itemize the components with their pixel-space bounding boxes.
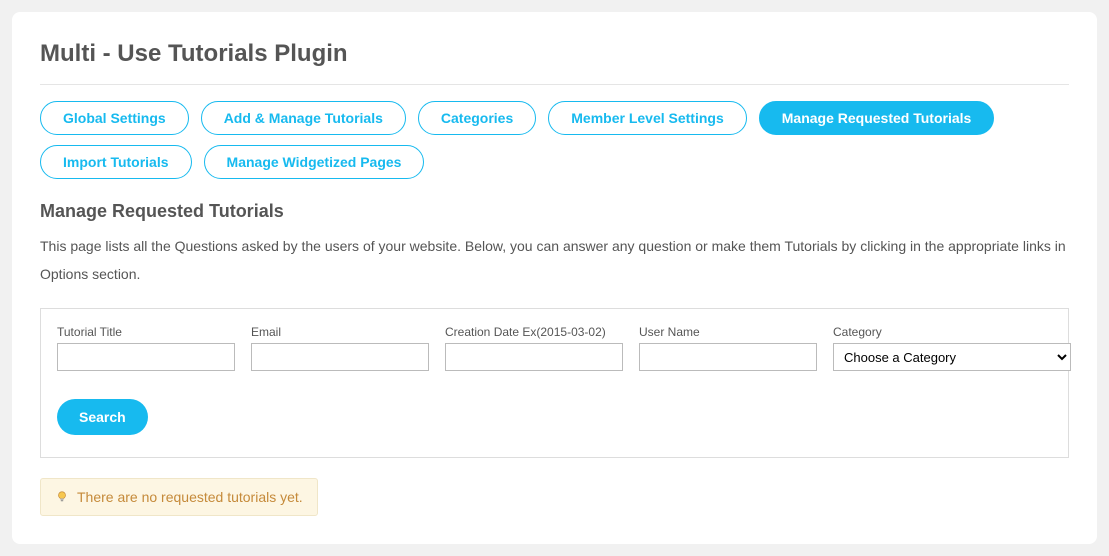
username-input[interactable] <box>639 343 817 371</box>
page-title: Multi - Use Tutorials Plugin <box>40 40 1069 85</box>
section-heading: Manage Requested Tutorials <box>40 201 1069 222</box>
search-button[interactable]: Search <box>57 399 148 435</box>
filter-date-label: Creation Date Ex(2015-03-02) <box>445 325 623 339</box>
filter-title: Tutorial Title <box>57 325 235 371</box>
creation-date-input[interactable] <box>445 343 623 371</box>
empty-notice: There are no requested tutorials yet. <box>40 478 318 516</box>
filter-category-label: Category <box>833 325 1071 339</box>
filter-email-label: Email <box>251 325 429 339</box>
email-input[interactable] <box>251 343 429 371</box>
filter-title-label: Tutorial Title <box>57 325 235 339</box>
filter-username-label: User Name <box>639 325 817 339</box>
filter-email: Email <box>251 325 429 371</box>
filter-date: Creation Date Ex(2015-03-02) <box>445 325 623 371</box>
section-description: This page lists all the Questions asked … <box>40 232 1069 288</box>
empty-notice-text: There are no requested tutorials yet. <box>77 489 303 505</box>
tab-manage-requested-tutorials[interactable]: Manage Requested Tutorials <box>759 101 995 135</box>
tab-member-level-settings[interactable]: Member Level Settings <box>548 101 747 135</box>
admin-card: Multi - Use Tutorials Plugin Global Sett… <box>12 12 1097 544</box>
category-select[interactable]: Choose a Category <box>833 343 1071 371</box>
tab-add-manage-tutorials[interactable]: Add & Manage Tutorials <box>201 101 406 135</box>
tab-import-tutorials[interactable]: Import Tutorials <box>40 145 192 179</box>
tutorial-title-input[interactable] <box>57 343 235 371</box>
lightbulb-icon <box>55 490 69 504</box>
tab-categories[interactable]: Categories <box>418 101 536 135</box>
filter-form: Tutorial Title Email Creation Date Ex(20… <box>40 308 1069 458</box>
tab-global-settings[interactable]: Global Settings <box>40 101 189 135</box>
filter-username: User Name <box>639 325 817 371</box>
tab-manage-widgetized-pages[interactable]: Manage Widgetized Pages <box>204 145 425 179</box>
filter-category: Category Choose a Category <box>833 325 1071 371</box>
tabs-row: Global Settings Add & Manage Tutorials C… <box>40 101 1069 179</box>
filter-row: Tutorial Title Email Creation Date Ex(20… <box>57 325 1052 371</box>
